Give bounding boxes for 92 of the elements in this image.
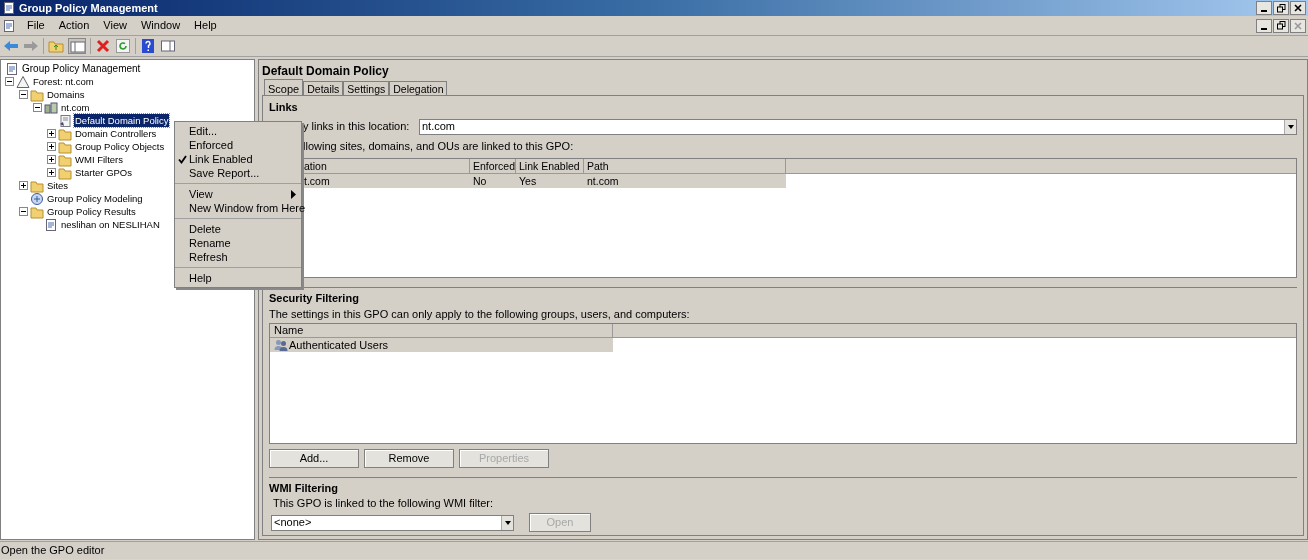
close-icon [1294, 21, 1302, 30]
collapse-icon[interactable] [19, 90, 28, 99]
collapse-icon[interactable] [19, 207, 28, 216]
tree-item[interactable]: Group Policy Results [46, 205, 137, 218]
menu-item[interactable]: Edit... [175, 124, 301, 138]
menu-item[interactable]: Rename [175, 236, 301, 250]
expand-icon[interactable] [47, 155, 56, 164]
document-icon [2, 1, 16, 15]
section-heading: WMI Filtering [269, 481, 340, 496]
delete-icon[interactable] [95, 38, 111, 54]
tree-item[interactable]: nt.com [60, 101, 91, 114]
help-icon[interactable] [140, 38, 156, 54]
tab[interactable]: Settings [343, 81, 390, 95]
window-title: Group Policy Management [19, 0, 159, 16]
section-heading: Security Filtering [269, 291, 360, 306]
tab[interactable]: Delegation [389, 81, 448, 95]
tree-item[interactable]: Domains [46, 88, 86, 101]
restore-button[interactable] [1273, 18, 1289, 33]
tree-item[interactable]: Group Policy Modeling [46, 192, 144, 205]
menu-item[interactable]: Help [175, 271, 301, 285]
tree-item[interactable]: Forest: nt.com [32, 75, 95, 88]
menu-item[interactable]: Refresh [175, 250, 301, 264]
menu-item[interactable]: Delete [175, 222, 301, 236]
tree-item[interactable]: Sites [46, 179, 70, 192]
column-header[interactable]: Path [584, 159, 786, 173]
action-pane-icon[interactable] [160, 38, 176, 54]
domain-icon [44, 100, 58, 115]
tree-item[interactable]: Group Policy Management [22, 61, 141, 76]
folder-icon [58, 139, 72, 154]
menu-item[interactable]: Help [187, 17, 224, 34]
minimize-icon [1261, 10, 1267, 12]
description-text: This GPO is linked to the following WMI filter: [272, 496, 495, 510]
section-heading: Links [269, 100, 299, 115]
menu-item[interactable]: File [20, 17, 52, 34]
tree-item[interactable]: Default Domain Policy [74, 114, 170, 127]
location-dropdown[interactable]: nt.com [419, 118, 1297, 135]
dialog-button[interactable]: Add... [269, 449, 359, 468]
collapse-icon[interactable] [5, 77, 14, 86]
menu-item[interactable]: Enforced [175, 138, 301, 152]
folder-icon [58, 152, 72, 167]
tab[interactable]: Details [303, 81, 344, 95]
expand-icon[interactable] [47, 129, 56, 138]
close-icon [1294, 4, 1302, 12]
menu-item[interactable]: View [175, 187, 301, 201]
tree-item[interactable]: WMI Filters [74, 153, 125, 166]
table-cell-text: t.com [303, 174, 331, 188]
expand-icon[interactable] [47, 168, 56, 177]
folder-icon [58, 165, 72, 180]
pane-title: Default Domain Policy [262, 63, 390, 79]
column-header[interactable]: Link Enabled [516, 159, 584, 173]
table-cell-text: nt.com [586, 174, 620, 188]
folder-icon [30, 178, 44, 193]
description-text: llowing sites, domains, and OUs are linked to this GPO: [302, 139, 575, 153]
table-cell-text: No [472, 174, 488, 188]
tree-item[interactable]: Starter GPOs [74, 166, 133, 179]
document-icon [2, 18, 16, 33]
restore-icon [1276, 3, 1286, 13]
console-tree-icon[interactable] [68, 38, 86, 54]
table-cell-text: Yes [518, 174, 538, 188]
status-text: Open the GPO editor [1, 543, 105, 559]
minimize-button[interactable] [1256, 18, 1272, 33]
submenu-arrow-icon [291, 189, 296, 199]
expand-icon[interactable] [47, 142, 56, 151]
menu-item[interactable]: Window [133, 17, 188, 34]
minimize-icon [1261, 27, 1267, 30]
tab[interactable]: Scope [264, 79, 304, 95]
restore-icon [1276, 21, 1286, 30]
column-header[interactable]: Name [270, 324, 613, 337]
tree-item[interactable]: neslihan on NESLIHAN [60, 218, 161, 231]
folder-icon [58, 126, 72, 141]
folder-icon [30, 204, 44, 219]
scroll-icon [58, 113, 72, 128]
expand-icon[interactable] [19, 181, 28, 190]
users-icon [274, 339, 288, 351]
wmi-filter-dropdown[interactable]: <none> [271, 514, 514, 531]
checkmark-icon [178, 154, 187, 164]
refresh-icon[interactable] [115, 38, 131, 54]
dialog-button[interactable]: Remove [364, 449, 454, 468]
document-icon [44, 217, 58, 232]
column-header[interactable]: Enforced [470, 159, 516, 173]
close-button[interactable] [1290, 1, 1306, 15]
minimize-button[interactable] [1256, 1, 1272, 15]
tree-item[interactable]: Domain Controllers [74, 127, 158, 140]
folder-icon [30, 87, 44, 102]
menu-item[interactable]: View [96, 17, 134, 34]
modeling-icon [30, 191, 44, 206]
triangle-icon [16, 74, 30, 89]
tree-item[interactable]: Group Policy Objects [74, 140, 166, 153]
restore-button[interactable] [1273, 1, 1289, 15]
description-text: The settings in this GPO can only apply to the following groups, users, and computers: [269, 307, 691, 321]
menu-item[interactable]: Action [51, 17, 97, 34]
collapse-icon[interactable] [33, 103, 42, 112]
